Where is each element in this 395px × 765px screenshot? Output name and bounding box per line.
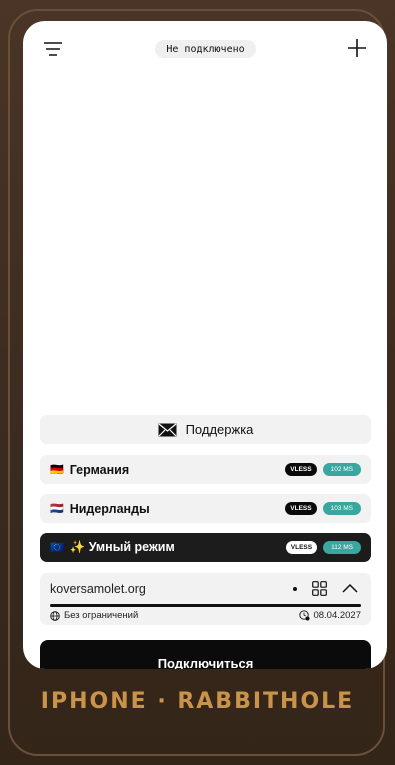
ping-badge: 102 MS <box>322 463 361 476</box>
server-name: Нидерланды <box>69 501 150 516</box>
grid-icon[interactable] <box>312 581 327 596</box>
globe-icon <box>50 610 60 621</box>
menu-icon[interactable] <box>43 41 63 57</box>
ping-badge: 103 MS <box>322 502 361 515</box>
server-name: ✨ Умный режим <box>69 540 175 554</box>
server-item-netherlands[interactable]: 🇳🇱 Нидерланды VLESS 103 MS <box>40 494 371 523</box>
subscription-domain: koversamolet.org <box>50 582 146 596</box>
connect-button[interactable]: Подключиться <box>40 640 371 669</box>
flag-de-icon: 🇩🇪 <box>50 464 64 476</box>
chevron-up-icon[interactable] <box>342 583 358 593</box>
support-button[interactable]: Поддержка <box>40 415 371 444</box>
connection-status-badge: Не подключено <box>155 40 256 58</box>
device-frame: Не подключено Поддержка 🇩🇪 Германия VLES… <box>0 0 395 765</box>
expiry-date: 08.04.2027 <box>313 610 361 621</box>
traffic-limit: Без ограничений <box>50 610 138 621</box>
plus-icon[interactable] <box>347 38 367 58</box>
server-item-smart-mode[interactable]: 🇪🇺 ✨ Умный режим VLESS 112 MS <box>40 533 371 562</box>
subscription-expiry: 08.04.2027 <box>299 610 361 621</box>
clock-icon <box>299 610 310 621</box>
status-dot <box>293 587 297 591</box>
flag-eu-icon: 🇪🇺 <box>50 542 64 554</box>
caption: IPHONE · RABBITHOLE <box>40 689 355 714</box>
subscription-card: koversamolet.org Без ограничений 08.04.2… <box>40 573 371 625</box>
protocol-badge: VLESS <box>285 541 318 554</box>
ping-badge: 112 MS <box>323 541 361 554</box>
protocol-badge: VLESS <box>285 463 317 476</box>
flag-nl-icon: 🇳🇱 <box>50 503 64 515</box>
protocol-badge: VLESS <box>285 502 317 515</box>
traffic-limit-label: Без ограничений <box>64 610 139 621</box>
traffic-usage-fill <box>50 604 361 607</box>
envelope-icon <box>158 423 177 436</box>
server-item-germany[interactable]: 🇩🇪 Германия VLESS 102 MS <box>40 455 371 484</box>
support-label: Поддержка <box>185 422 254 437</box>
traffic-usage-bar <box>50 604 361 607</box>
top-bar: Не подключено <box>23 21 387 77</box>
server-name: Германия <box>69 462 130 477</box>
app-screen: Не подключено Поддержка 🇩🇪 Германия VLES… <box>23 21 387 669</box>
